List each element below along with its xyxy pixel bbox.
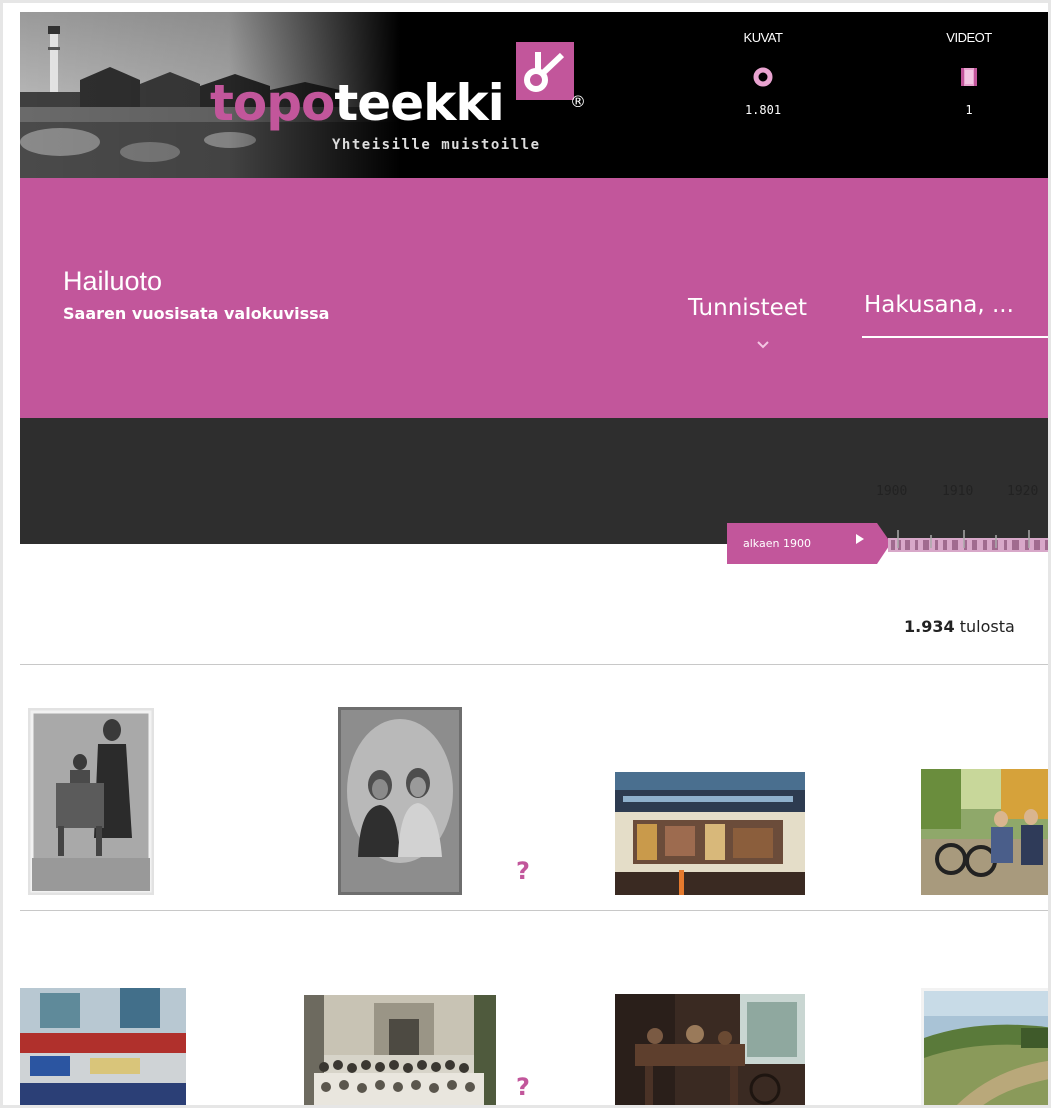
photo-thumbnail[interactable]: [615, 994, 805, 1105]
unknown-date-marker: ?: [516, 1073, 530, 1101]
timeline-start-button[interactable]: alkaen 1900: [727, 523, 867, 564]
results-count: 1.934 tulosta: [904, 617, 1015, 636]
year-label[interactable]: 1920: [1007, 484, 1038, 499]
media-count: 1: [965, 103, 973, 117]
photo-thumbnail[interactable]: [28, 708, 154, 895]
title-band: Hailuoto Saaren vuosisata valokuvissa Tu…: [20, 178, 1048, 418]
site-subtitle: Saaren vuosisata valokuvissa: [63, 304, 330, 323]
photo-thumbnail[interactable]: [921, 988, 1048, 1105]
photo-ring-icon: [753, 67, 773, 87]
unknown-date-marker: ?: [516, 857, 530, 885]
search-input[interactable]: [862, 288, 1048, 318]
results-number: 1.934: [904, 617, 955, 636]
chevron-down-icon[interactable]: [757, 341, 769, 349]
divider: [20, 664, 1048, 665]
media-label: VIDEOT: [946, 30, 992, 45]
tags-dropdown-button[interactable]: Tunnisteet: [688, 295, 807, 321]
photo-thumbnail[interactable]: [20, 988, 186, 1105]
registered-mark: ®: [570, 92, 586, 111]
logo-tagline: Yhteisille muistoille: [332, 137, 541, 153]
timeline-band: [20, 418, 1048, 544]
search-field[interactable]: [862, 288, 1048, 338]
media-label: KUVAT: [743, 30, 783, 45]
photo-thumbnail[interactable]: [304, 995, 496, 1105]
media-type-videot[interactable]: VIDEOT 1: [909, 30, 1029, 117]
timeline-slider[interactable]: [888, 530, 1051, 558]
year-label[interactable]: 1900: [876, 484, 907, 499]
year-label[interactable]: 1910: [942, 484, 973, 499]
logo-wordmark[interactable]: topoteekki: [210, 74, 505, 132]
media-type-kuvat[interactable]: KUVAT 1.801: [703, 30, 823, 117]
logo-part-teekki: teekki: [334, 74, 504, 132]
film-icon: [961, 68, 977, 86]
site-header: topoteekki ® Yhteisille muistoille KUVAT…: [20, 12, 1048, 178]
photo-thumbnail[interactable]: [338, 707, 462, 895]
logo-part-topo: topo: [210, 74, 335, 132]
logo-mark-icon[interactable]: [516, 42, 574, 100]
photo-thumbnail[interactable]: [921, 769, 1048, 895]
media-count: 1.801: [744, 103, 782, 117]
site-title[interactable]: Hailuoto: [63, 266, 162, 297]
results-suffix: tulosta: [959, 617, 1015, 636]
photo-thumbnail[interactable]: [615, 772, 805, 895]
page-frame: topoteekki ® Yhteisille muistoille KUVAT…: [0, 0, 1051, 1108]
page-content: topoteekki ® Yhteisille muistoille KUVAT…: [20, 12, 1051, 1105]
divider: [20, 910, 1048, 911]
play-arrow-icon: [856, 534, 864, 544]
